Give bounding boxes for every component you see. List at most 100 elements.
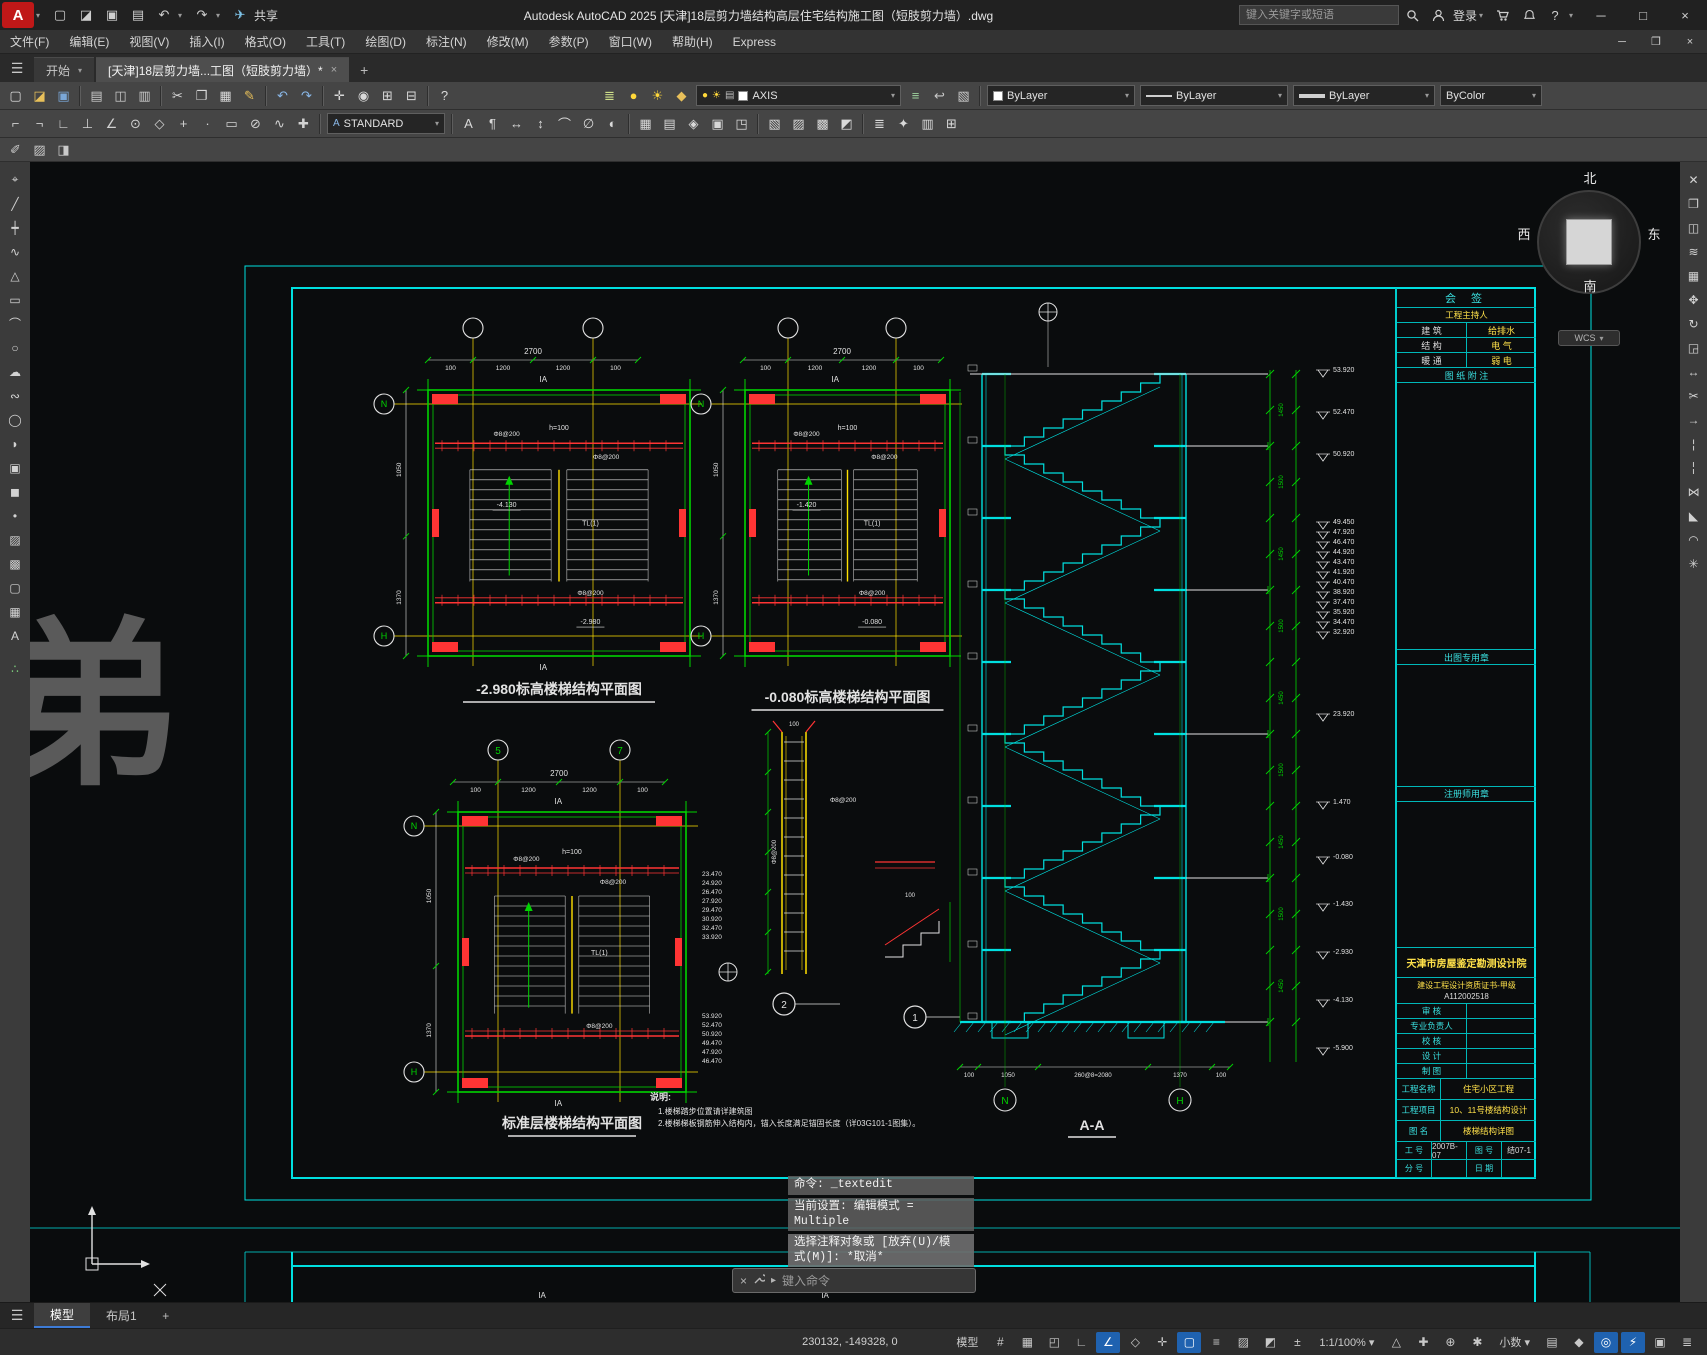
- layer-states[interactable]: ▧: [952, 85, 975, 107]
- cart-icon[interactable]: [1491, 3, 1515, 27]
- point-tool[interactable]: •: [3, 504, 28, 527]
- extend-tool[interactable]: →: [1681, 408, 1706, 431]
- maximize-button[interactable]: □: [1623, 1, 1663, 29]
- gradient-tool[interactable]: ▩: [3, 552, 28, 575]
- menu-修改(M)[interactable]: 修改(M): [477, 30, 539, 53]
- circle-tool[interactable]: ○: [3, 336, 28, 359]
- snap-nearest[interactable]: ·: [196, 113, 219, 135]
- zoom-previous[interactable]: ⊟: [400, 85, 423, 107]
- save-file[interactable]: ▣: [52, 85, 75, 107]
- file-tabs-menu-icon[interactable]: ☰: [0, 54, 34, 82]
- text-tool[interactable]: A: [3, 624, 28, 647]
- insert-block-tool[interactable]: ▣: [3, 456, 28, 479]
- dim-linear[interactable]: ↔: [505, 113, 528, 135]
- doc-close-button[interactable]: ×: [1673, 30, 1707, 53]
- tab-close-icon[interactable]: ×: [331, 64, 337, 76]
- rotate-tool[interactable]: ↻: [1681, 312, 1706, 335]
- compass-north-label[interactable]: 北: [1579, 168, 1601, 187]
- scale-tool[interactable]: ◲: [1681, 336, 1706, 359]
- stretch-tool[interactable]: ↔: [1681, 360, 1706, 383]
- trim-tool[interactable]: ✂: [1681, 384, 1706, 407]
- tab-document[interactable]: [天津]18层剪力墙...工图（短肢剪力墙）* ×: [96, 57, 350, 82]
- dynamic-input[interactable]: ±: [1285, 1332, 1309, 1353]
- search-icon[interactable]: [1401, 3, 1425, 27]
- mirror-tool[interactable]: ◫: [1681, 216, 1706, 239]
- qat-redo-icon[interactable]: ↷: [190, 3, 214, 27]
- menu-标注(N)[interactable]: 标注(N): [416, 30, 477, 53]
- dim-arc[interactable]: ⌒: [553, 113, 576, 135]
- isometric-drafting[interactable]: ◇: [1123, 1332, 1147, 1353]
- object-isolate[interactable]: ◎: [1594, 1331, 1618, 1353]
- graphics-performance[interactable]: ⚡: [1621, 1331, 1645, 1353]
- paste-clip[interactable]: ▦: [214, 85, 237, 107]
- erase-tool[interactable]: ✕: [1681, 168, 1706, 191]
- image-adjust[interactable]: ▨: [28, 139, 51, 161]
- attribute[interactable]: ◳: [730, 113, 753, 135]
- ellipse-arc-tool[interactable]: ◗: [3, 432, 28, 455]
- compass-south-label[interactable]: 南: [1579, 276, 1601, 295]
- snap-mode[interactable]: ▦: [1015, 1332, 1039, 1353]
- polar-tracking[interactable]: ∠: [1096, 1331, 1121, 1353]
- snap-midpoint[interactable]: ∟: [52, 113, 75, 135]
- object-snap-tracking[interactable]: ✛: [1150, 1332, 1174, 1353]
- new-tab-button[interactable]: +: [351, 57, 377, 82]
- combo-lineweight[interactable]: ByLayer ▾: [1293, 85, 1435, 106]
- menu-Express[interactable]: Express: [723, 30, 786, 53]
- zoom-window[interactable]: ⊞: [376, 85, 399, 107]
- menu-工具(T)[interactable]: 工具(T): [296, 30, 355, 53]
- minimize-button[interactable]: ─: [1581, 1, 1621, 29]
- gradient[interactable]: ◩: [835, 113, 858, 135]
- quick-properties[interactable]: ▤: [1540, 1332, 1564, 1353]
- make-current-layer[interactable]: ≡: [904, 85, 927, 107]
- arc-tool[interactable]: ⌒: [3, 312, 28, 335]
- image-attach[interactable]: ▨: [787, 113, 810, 135]
- layer-on-off[interactable]: ●: [622, 85, 645, 107]
- menu-帮助(H)[interactable]: 帮助(H): [662, 30, 723, 53]
- snap-center[interactable]: ⊙: [124, 113, 147, 135]
- ellipse-tool[interactable]: ◯: [3, 408, 28, 431]
- rectangle-tool[interactable]: ▭: [3, 288, 28, 311]
- create-block-tool[interactable]: ◼: [3, 480, 28, 503]
- multiline-text[interactable]: A: [457, 113, 480, 135]
- snap-from[interactable]: ⌐: [4, 113, 27, 135]
- lock-ui[interactable]: ◆: [1567, 1332, 1591, 1353]
- annotation-monitor[interactable]: ⊕: [1438, 1332, 1462, 1353]
- pan[interactable]: ✛: [328, 85, 351, 107]
- combo-linetype[interactable]: ByLayer ▾: [1140, 85, 1288, 106]
- copy-clip[interactable]: ❐: [190, 85, 213, 107]
- point-style-tool[interactable]: ∴: [3, 657, 28, 680]
- user-icon[interactable]: [1427, 3, 1451, 27]
- layer-properties[interactable]: ≣: [598, 85, 621, 107]
- snap-intersection[interactable]: ∠: [100, 113, 123, 135]
- draw-order[interactable]: ◨: [52, 139, 75, 161]
- break-at-point-tool[interactable]: ¦: [1681, 432, 1706, 455]
- offset-tool[interactable]: ≋: [1681, 240, 1706, 263]
- hatch-tool[interactable]: ▨: [3, 528, 28, 551]
- line-tool[interactable]: ╱: [3, 192, 28, 215]
- command-input-bar[interactable]: × ▸: [732, 1268, 976, 1293]
- close-button[interactable]: ×: [1665, 1, 1705, 29]
- workspace-switching[interactable]: ✱: [1465, 1332, 1489, 1353]
- menu-格式(O)[interactable]: 格式(O): [235, 30, 296, 53]
- select-tool[interactable]: ⌖: [3, 168, 28, 191]
- table-tool[interactable]: ▦: [3, 600, 28, 623]
- menu-视图(V)[interactable]: 视图(V): [119, 30, 179, 53]
- menu-编辑(E)[interactable]: 编辑(E): [59, 30, 119, 53]
- menu-参数(P)[interactable]: 参数(P): [539, 30, 599, 53]
- single-line-text[interactable]: ¶: [481, 113, 504, 135]
- annotation-visibility[interactable]: △: [1384, 1332, 1408, 1353]
- polyline-tool[interactable]: ∿: [3, 240, 28, 263]
- signin-label[interactable]: 登录: [1453, 7, 1477, 24]
- redo-chevron-icon[interactable]: ▾: [216, 11, 226, 20]
- field[interactable]: ▤: [658, 113, 681, 135]
- undo-chevron-icon[interactable]: ▾: [178, 11, 188, 20]
- polygon-tool[interactable]: △: [3, 264, 28, 287]
- layout-menu-icon[interactable]: ☰: [0, 1303, 34, 1328]
- tab-model[interactable]: 模型: [34, 1303, 91, 1328]
- properties-palette[interactable]: ≣: [868, 113, 891, 135]
- hatch[interactable]: ▩: [811, 113, 834, 135]
- cut-clip[interactable]: ✂: [166, 85, 189, 107]
- table[interactable]: ▦: [634, 113, 657, 135]
- redo[interactable]: ↷: [295, 85, 318, 107]
- compass-east-label[interactable]: 东: [1643, 224, 1665, 243]
